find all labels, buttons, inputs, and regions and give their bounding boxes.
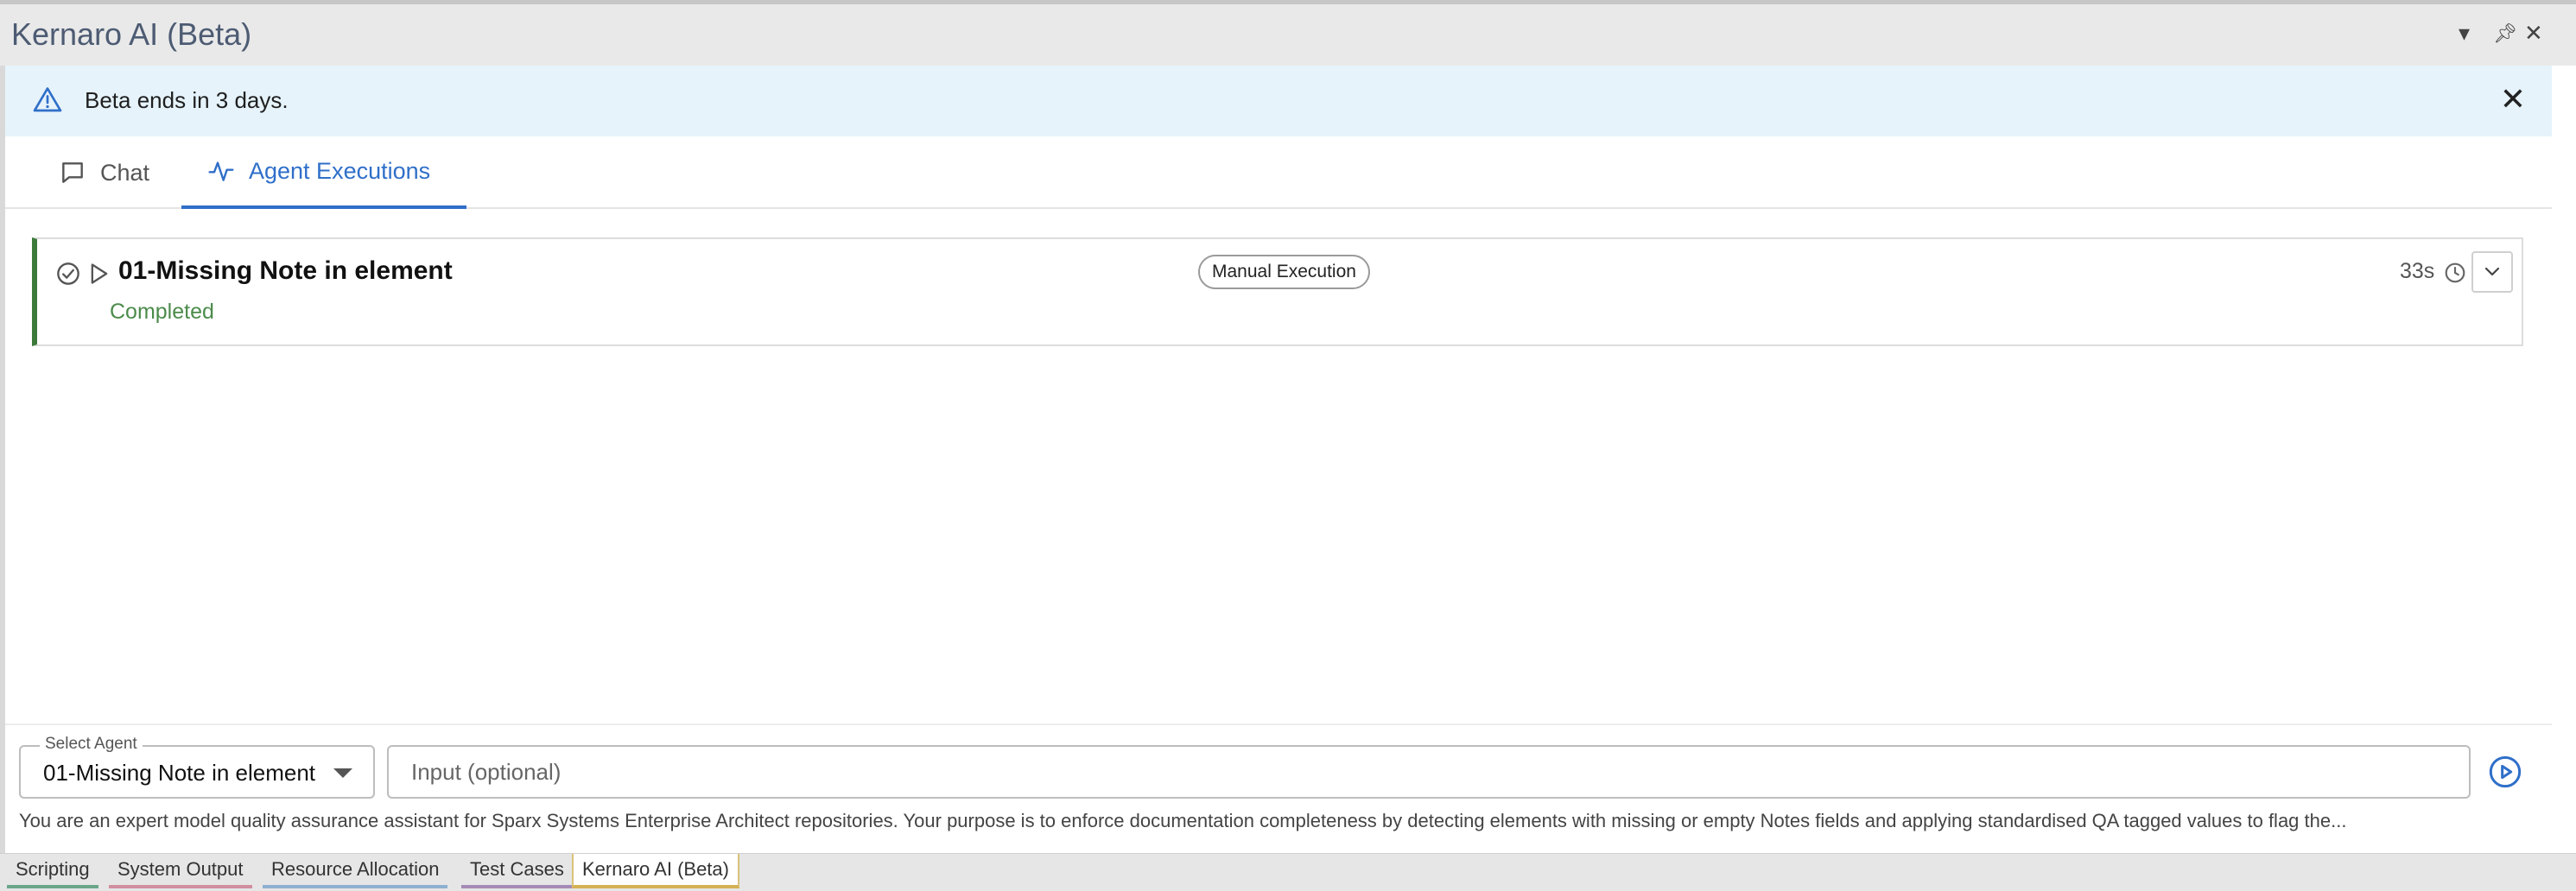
- selected-agent-value: 01-Missing Note in element: [43, 760, 316, 786]
- play-icon[interactable]: [89, 262, 110, 286]
- select-agent-label: Select Agent: [40, 735, 143, 754]
- caret-down-icon: [333, 768, 352, 778]
- dock-tab-system-output[interactable]: System Output: [109, 854, 252, 888]
- beta-banner: Beta ends in 3 days. ✕: [5, 66, 2552, 136]
- dock-tab-test-cases[interactable]: Test Cases: [461, 854, 573, 888]
- check-circle-icon: [57, 262, 79, 285]
- title-bar: Kernaro AI (Beta) ▾ 📌︎ ✕: [0, 4, 2576, 66]
- agent-input-area: Select Agent 01-Missing Note in element …: [5, 724, 2552, 853]
- banner-text: Beta ends in 3 days.: [85, 87, 289, 113]
- tab-chat-label: Chat: [100, 159, 150, 186]
- tab-agent-executions-label: Agent Executions: [249, 157, 431, 184]
- chevron-down-icon: [2484, 267, 2500, 276]
- expand-button[interactable]: [2471, 251, 2513, 293]
- agent-input-field[interactable]: [387, 745, 2471, 799]
- execution-card[interactable]: 01-Missing Note in element Completed Man…: [32, 237, 2523, 346]
- run-agent-icon[interactable]: [2488, 755, 2522, 789]
- dock-tab-scripting[interactable]: Scripting: [7, 854, 98, 888]
- dropdown-menu-icon[interactable]: ▾: [2459, 20, 2470, 47]
- tab-chat[interactable]: Chat: [59, 136, 149, 209]
- tab-agent-executions[interactable]: Agent Executions: [181, 136, 466, 209]
- bottom-dock-tabs: Scripting System Output Resource Allocat…: [0, 853, 2576, 891]
- execution-title: 01-Missing Note in element: [118, 256, 453, 285]
- panel-title: Kernaro AI (Beta): [11, 16, 252, 52]
- trigger-badge: Manual Execution: [1198, 255, 1370, 289]
- kernaro-ai-panel: Kernaro AI (Beta) ▾ 📌︎ ✕ Beta ends in 3 …: [0, 0, 2576, 891]
- close-panel-icon[interactable]: ✕: [2524, 20, 2543, 47]
- execution-status: Completed: [110, 300, 214, 324]
- select-agent-dropdown[interactable]: Select Agent 01-Missing Note in element: [19, 735, 375, 799]
- warning-icon: [33, 87, 62, 112]
- agent-description: You are an expert model quality assuranc…: [19, 810, 2347, 831]
- activity-icon: [208, 161, 234, 181]
- tab-bar: Chat Agent Executions: [5, 136, 2552, 209]
- chat-icon: [62, 162, 83, 183]
- dock-tab-resource-allocation[interactable]: Resource Allocation: [263, 854, 448, 888]
- banner-close-icon[interactable]: ✕: [2500, 81, 2526, 117]
- clock-icon: [2445, 262, 2465, 283]
- dock-tab-kernaro-ai[interactable]: Kernaro AI (Beta): [572, 854, 739, 888]
- execution-duration: 33s: [2400, 259, 2435, 283]
- pin-icon[interactable]: 📌︎: [2493, 22, 2517, 45]
